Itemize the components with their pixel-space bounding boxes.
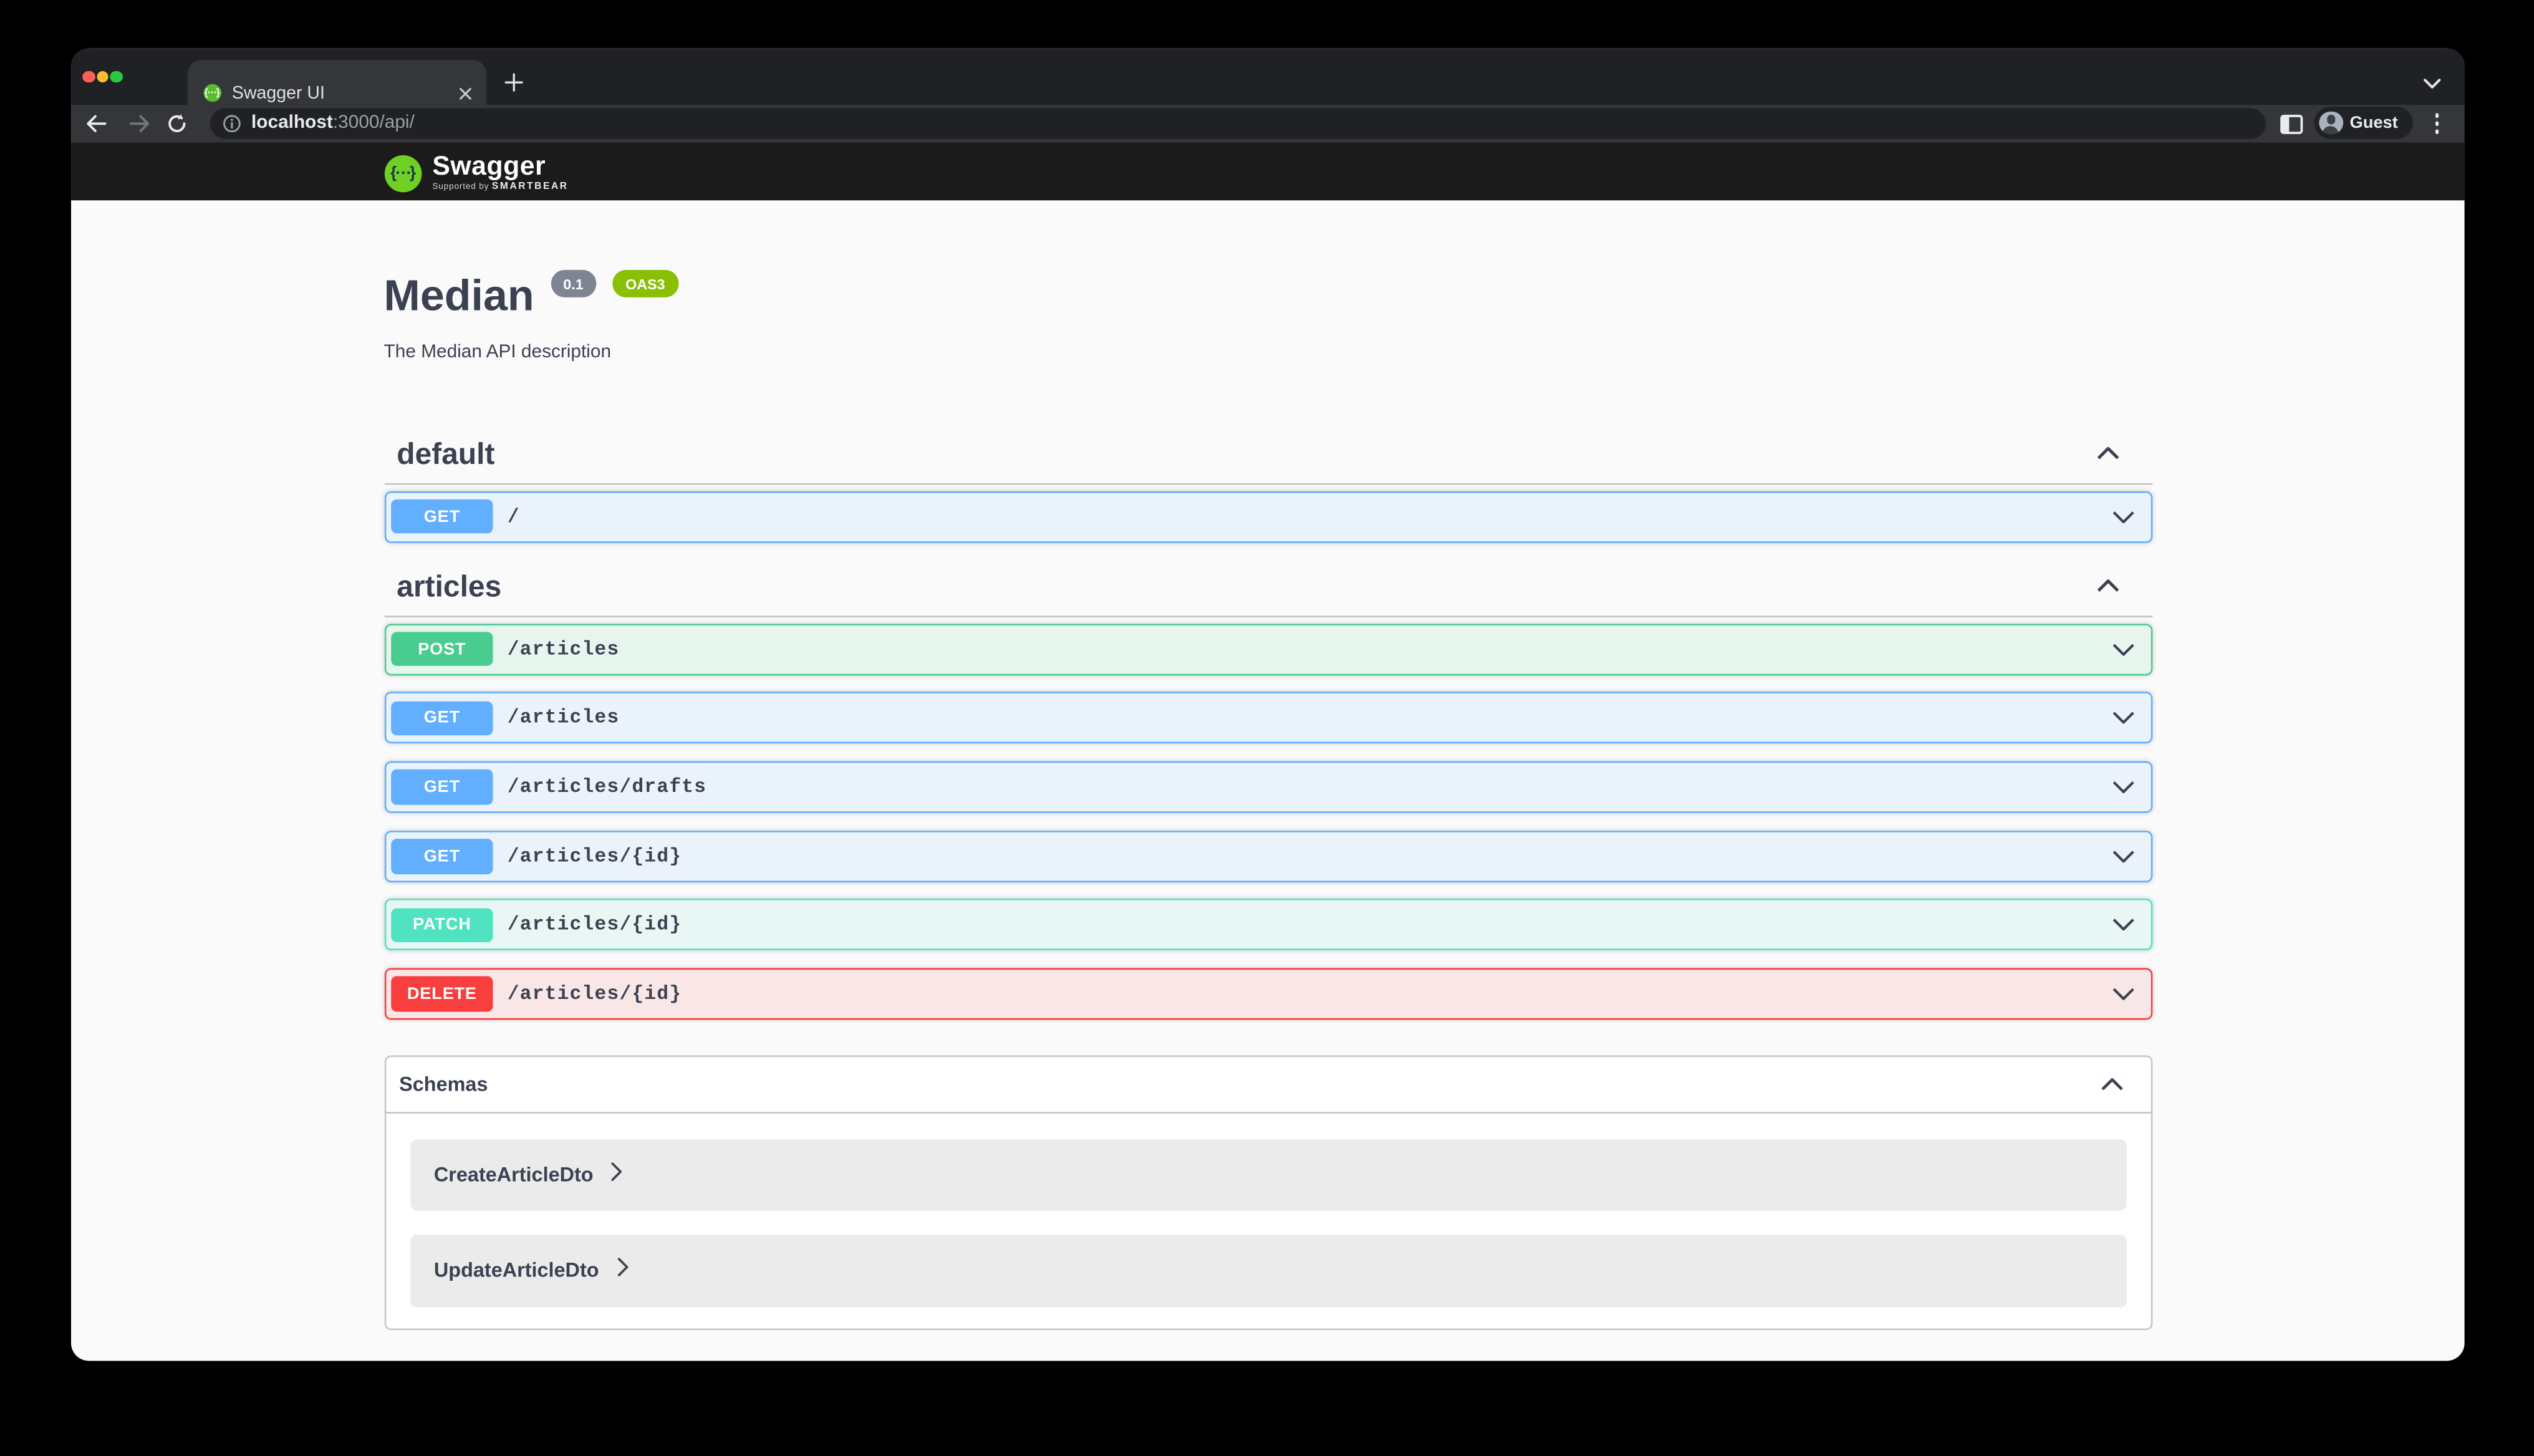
chevron-down-icon[interactable]	[2111, 781, 2134, 794]
swagger-logo-text: Swagger	[432, 153, 568, 181]
tab-search-chevron-icon[interactable]	[2422, 69, 2442, 99]
operation-row[interactable]: GET /articles/{id}	[384, 831, 2152, 882]
swagger-logo-icon: {⋯}	[384, 155, 422, 192]
chevron-down-icon[interactable]	[2111, 850, 2134, 863]
api-title: Median	[384, 271, 534, 319]
tab-swagger-ui[interactable]: {⋯} Swagger UI	[188, 59, 486, 105]
method-badge: GET	[391, 499, 493, 534]
operation-row[interactable]: PATCH /articles/{id}	[384, 899, 2152, 951]
chevron-down-icon[interactable]	[2111, 988, 2134, 1001]
model-name: CreateArticleDto	[434, 1164, 594, 1186]
reload-icon[interactable]	[166, 112, 188, 134]
browser-toolbar: localhost:3000/api/ Guest	[71, 104, 2465, 142]
site-info-icon[interactable]	[222, 114, 240, 132]
chevron-down-icon[interactable]	[2111, 643, 2134, 656]
swagger-tagline: Supported by SMARTBEAR	[432, 183, 568, 193]
operation-row[interactable]: GET /articles	[384, 692, 2152, 744]
window-close-button[interactable]	[82, 70, 94, 82]
chevron-up-icon[interactable]	[2095, 440, 2119, 470]
model-row-update-article-dto[interactable]: UpdateArticleDto	[410, 1235, 2126, 1306]
api-description: The Median API description	[384, 341, 2152, 364]
swagger-page: Median 0.1 OAS3 The Median API descripti…	[71, 200, 2465, 1361]
chevron-down-icon[interactable]	[2111, 918, 2134, 932]
address-bar[interactable]: localhost:3000/api/	[210, 107, 2265, 139]
url-text: localhost:3000/api/	[251, 113, 415, 133]
method-badge: POST	[391, 632, 493, 667]
tab-strip: {⋯} Swagger UI	[71, 49, 2465, 104]
new-tab-button[interactable]	[499, 68, 527, 95]
tag-header-default[interactable]: default	[384, 427, 2152, 484]
url-host: localhost	[251, 113, 333, 133]
chevron-right-icon[interactable]	[617, 1256, 628, 1286]
tag-section-articles: articles POST /articles	[384, 559, 2152, 1020]
operation-path: /articles/{id}	[508, 845, 682, 867]
tab-title: Swagger UI	[232, 84, 325, 104]
tag-section-default: default GET /	[384, 427, 2152, 542]
chevron-up-icon[interactable]	[2095, 573, 2119, 602]
chevron-down-icon[interactable]	[2111, 510, 2134, 523]
operation-path: /articles/{id}	[508, 983, 682, 1005]
screen: {⋯} Swagger UI	[0, 0, 2534, 1456]
api-info: Median 0.1 OAS3	[384, 200, 2152, 319]
browser-menu-icon[interactable]	[2430, 111, 2444, 137]
window-zoom-button[interactable]	[110, 70, 122, 82]
tag-title: articles	[397, 569, 501, 605]
tab-close-icon[interactable]	[453, 80, 478, 105]
model-name: UpdateArticleDto	[434, 1260, 599, 1282]
operation-path: /articles	[508, 707, 620, 730]
method-badge: PATCH	[391, 908, 493, 943]
model-row-create-article-dto[interactable]: CreateArticleDto	[410, 1139, 2126, 1210]
schemas-section: Schemas CreateArticleDto	[384, 1056, 2152, 1329]
swagger-logo[interactable]: {⋯} Swagger Supported by SMARTBEAR	[384, 153, 569, 192]
operation-path: /articles	[508, 638, 620, 660]
swagger-topbar: {⋯} Swagger Supported by SMARTBEAR	[71, 142, 2465, 200]
method-badge: GET	[391, 770, 493, 805]
profile-label: Guest	[2350, 113, 2398, 132]
url-path: :3000/api/	[333, 113, 415, 133]
method-badge: GET	[391, 701, 493, 736]
schemas-title: Schemas	[399, 1073, 488, 1096]
swagger-favicon-icon: {⋯}	[203, 84, 221, 102]
tag-title: default	[397, 436, 494, 472]
smartbear-brand: SMARTBEAR	[492, 183, 569, 193]
operation-row[interactable]: POST /articles	[384, 624, 2152, 675]
window-minimize-button[interactable]	[96, 70, 108, 82]
chevron-down-icon[interactable]	[2111, 711, 2134, 725]
chevron-right-icon[interactable]	[611, 1160, 622, 1190]
profile-chip[interactable]: Guest	[2315, 107, 2413, 139]
oas3-badge: OAS3	[612, 270, 678, 297]
operation-row[interactable]: GET /	[384, 491, 2152, 542]
operation-row[interactable]: DELETE /articles/{id}	[384, 968, 2152, 1020]
chevron-up-icon[interactable]	[2100, 1069, 2122, 1099]
side-panel-icon[interactable]	[2280, 112, 2303, 142]
operation-row[interactable]: GET /articles/drafts	[384, 761, 2152, 813]
operation-path: /	[508, 505, 520, 528]
tag-header-articles[interactable]: articles	[384, 559, 2152, 617]
operation-path: /articles/drafts	[508, 776, 706, 798]
forward-icon[interactable]	[128, 112, 150, 134]
avatar-icon	[2319, 111, 2343, 135]
operation-path: /articles/{id}	[508, 914, 682, 937]
browser-window: {⋯} Swagger UI	[71, 49, 2465, 1361]
schemas-header[interactable]: Schemas	[385, 1057, 2150, 1112]
method-badge: DELETE	[391, 976, 493, 1011]
version-badge: 0.1	[551, 270, 597, 297]
method-badge: GET	[391, 839, 493, 874]
back-icon[interactable]	[85, 112, 107, 134]
